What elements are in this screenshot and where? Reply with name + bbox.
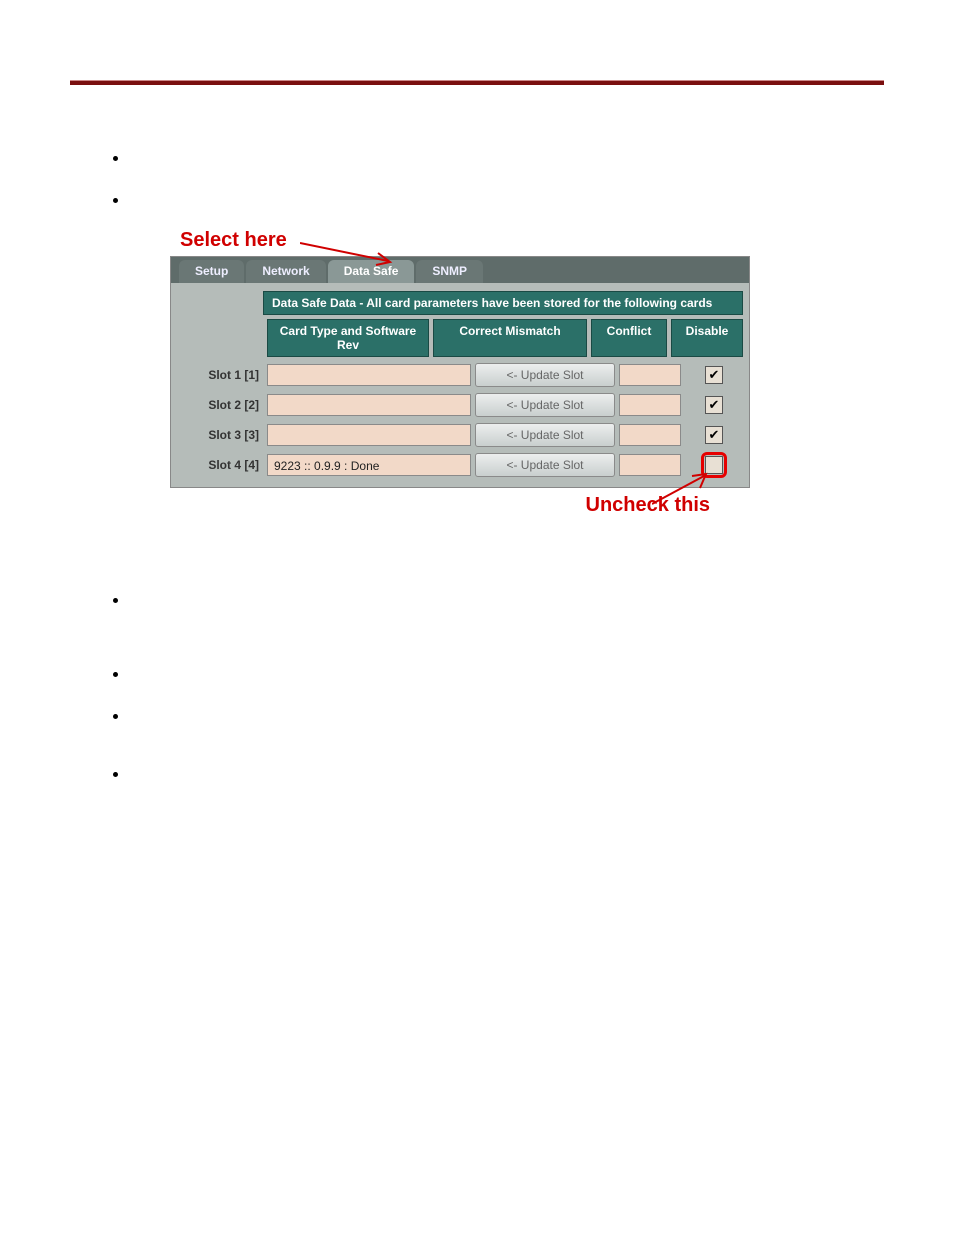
panel-banner: Data Safe Data - All card parameters hav…: [263, 291, 743, 315]
card-type-field: [267, 424, 471, 446]
table-header-row: Card Type and Software Rev Correct Misma…: [177, 319, 743, 357]
header-rule: [70, 80, 884, 85]
tab-bar: Setup Network Data Safe SNMP: [171, 257, 749, 283]
tab-setup[interactable]: Setup: [179, 260, 244, 283]
disable-checkbox[interactable]: ✔: [705, 426, 723, 444]
bullet-item: [130, 661, 830, 679]
update-slot-button[interactable]: <- Update Slot: [475, 423, 615, 447]
annotation-arrow-icon: [652, 470, 722, 510]
conflict-field: [619, 424, 681, 446]
disable-checkbox[interactable]: ✔: [705, 396, 723, 414]
table-row: Slot 1 [1] <- Update Slot ✔: [177, 363, 743, 387]
bullet-list-bottom: [130, 587, 884, 779]
data-safe-panel: Data Safe Data - All card parameters hav…: [171, 283, 749, 487]
disable-checkbox[interactable]: ✔: [705, 366, 723, 384]
update-slot-button[interactable]: <- Update Slot: [475, 393, 615, 417]
bullet-item: [130, 187, 830, 205]
bullet-item: [130, 587, 830, 637]
annotation-uncheck-this: Uncheck this: [170, 494, 710, 517]
col-header-conflict: Conflict: [591, 319, 667, 357]
table-row: Slot 3 [3] <- Update Slot ✔: [177, 423, 743, 447]
screenshot-region: Setup Network Data Safe SNMP Data Safe D…: [170, 256, 750, 517]
bullet-list-top: [130, 145, 884, 205]
card-type-field: [267, 364, 471, 386]
annotation-select-here: Select here: [180, 229, 884, 252]
bullet-item: [130, 761, 830, 779]
tab-snmp[interactable]: SNMP: [416, 260, 483, 283]
conflict-field: [619, 364, 681, 386]
bullet-item: [130, 703, 830, 737]
config-window: Setup Network Data Safe SNMP Data Safe D…: [170, 256, 750, 488]
slot-label: Slot 2 [2]: [177, 398, 263, 412]
slot-label: Slot 1 [1]: [177, 368, 263, 382]
table-row: Slot 2 [2] <- Update Slot ✔: [177, 393, 743, 417]
bullet-item: [130, 145, 830, 163]
slot-label: Slot 3 [3]: [177, 428, 263, 442]
annotation-text: Select here: [180, 229, 287, 251]
col-header-correct: Correct Mismatch: [433, 319, 587, 357]
slot-label: Slot 4 [4]: [177, 458, 263, 472]
conflict-field: [619, 394, 681, 416]
col-header-card-type: Card Type and Software Rev: [267, 319, 429, 357]
card-type-field: 9223 :: 0.9.9 : Done: [267, 454, 471, 476]
update-slot-button[interactable]: <- Update Slot: [475, 453, 615, 477]
card-type-field: [267, 394, 471, 416]
col-header-disable: Disable: [671, 319, 743, 357]
annotation-arrow-icon: [300, 237, 410, 267]
update-slot-button[interactable]: <- Update Slot: [475, 363, 615, 387]
